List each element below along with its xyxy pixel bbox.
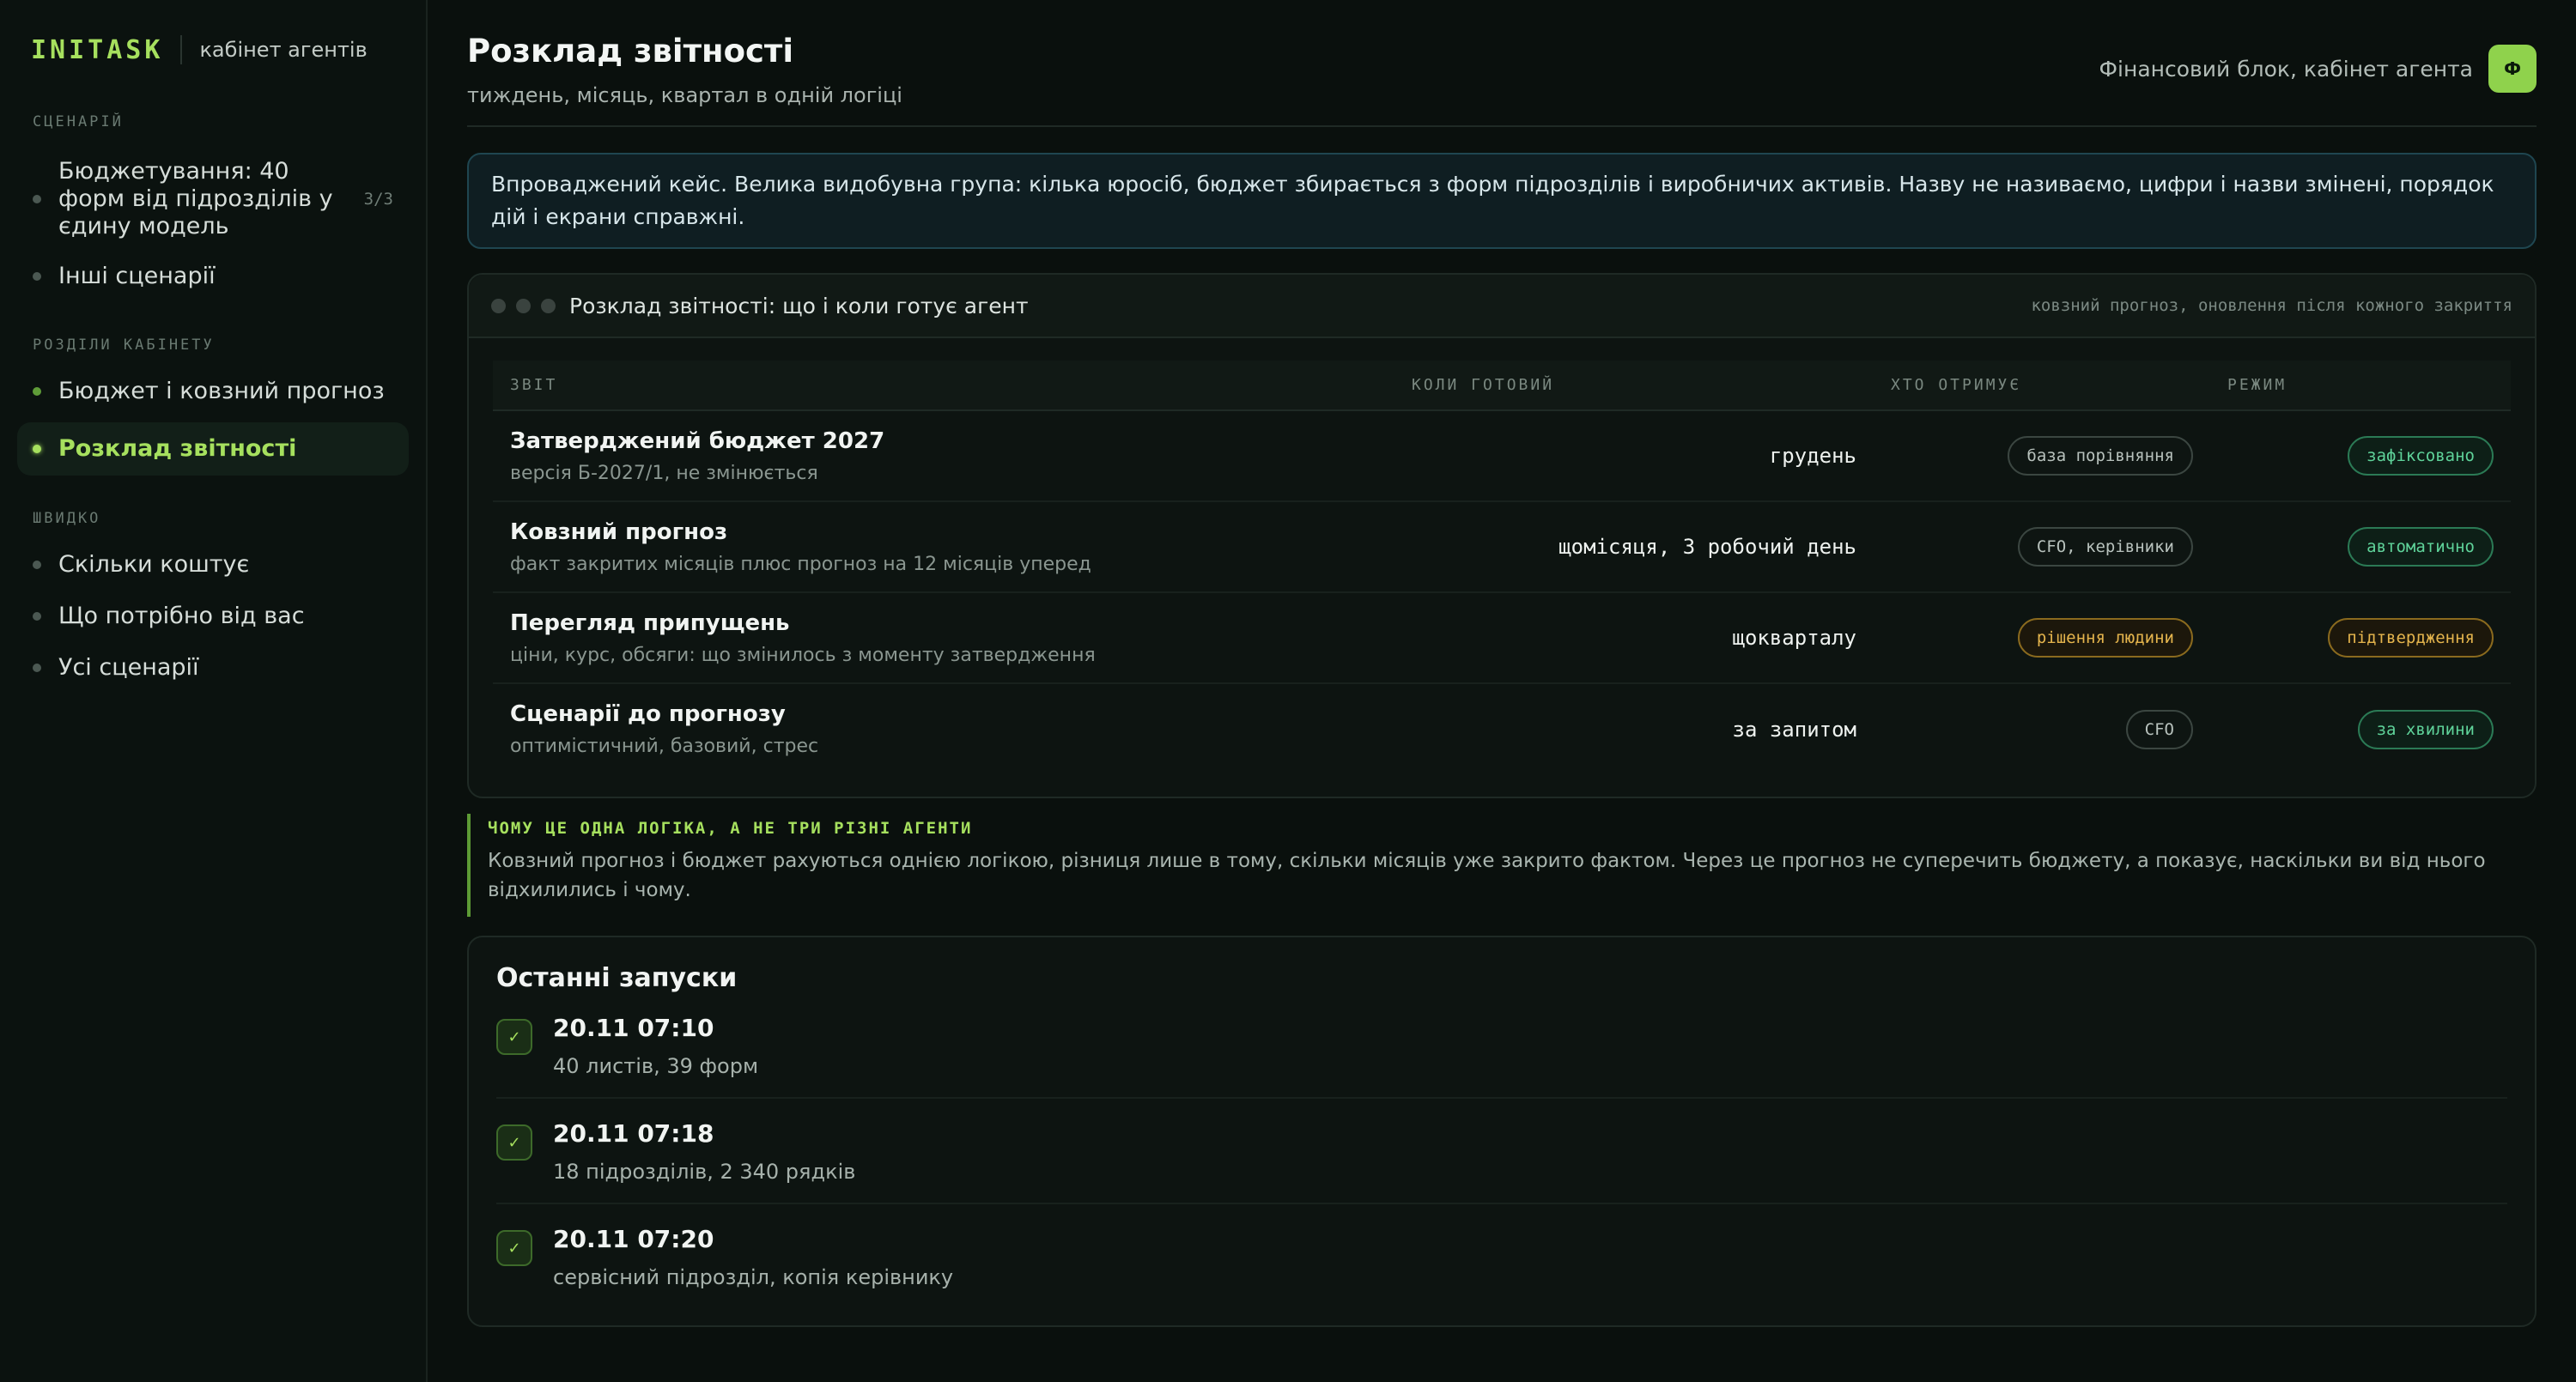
main-content: Розклад звітності тиждень, місяць, кварт… bbox=[428, 0, 2576, 1382]
sidebar-item-label: Розклад звітності bbox=[58, 435, 297, 462]
report-title: Перегляд припущень bbox=[510, 609, 790, 636]
run-description: 40 листів, 39 форм bbox=[553, 1054, 759, 1078]
brand-divider bbox=[180, 35, 183, 64]
table-row[interactable]: Затверджений бюджет 2027 версія Б-2027/1,… bbox=[493, 410, 2511, 502]
page-title: Розклад звітності bbox=[467, 33, 794, 70]
schedule-card-header: Розклад звітності: що і коли готує агент… bbox=[469, 275, 2535, 338]
report-when: за запитом bbox=[1732, 717, 1857, 742]
sidebar-item-requirements[interactable]: Що потрібно від вас bbox=[17, 596, 409, 637]
column-header-report: ЗВІТ bbox=[493, 361, 1394, 411]
column-header-when: КОЛИ ГОТОВИЙ bbox=[1394, 361, 1874, 411]
mode-badge: автоматично bbox=[2348, 527, 2494, 567]
sidebar-item-other-scenarios[interactable]: Інші сценарії bbox=[17, 256, 409, 297]
recent-runs-card: Останні запуски ✓ 20.11 07:10 40 листів,… bbox=[467, 936, 2537, 1327]
report-description: факт закритих місяців плюс прогноз на 12… bbox=[510, 553, 1091, 575]
report-title: Ковзний прогноз bbox=[510, 518, 728, 545]
report-description: ціни, курс, обсяги: що змінилось з момен… bbox=[510, 644, 1096, 666]
sidebar-item-label: Що потрібно від вас bbox=[58, 603, 305, 629]
logic-note: ЧОМУ ЦЕ ОДНА ЛОГІКА, А НЕ ТРИ РІЗНІ АГЕН… bbox=[467, 814, 2537, 917]
page-subtitle: тиждень, місяць, квартал в одній логіці bbox=[467, 83, 902, 107]
window-dot-icon bbox=[491, 298, 506, 313]
schedule-card-title: Розклад звітності: що і коли готує агент bbox=[569, 293, 1029, 318]
sidebar-section-scenarios: СЦЕНАРІЙ bbox=[33, 113, 124, 130]
recipient-badge: CFO, керівники bbox=[2017, 527, 2193, 567]
check-icon: ✓ bbox=[496, 1019, 532, 1055]
note-text: Ковзний прогноз і бюджет рахуються одніє… bbox=[488, 850, 2486, 901]
cabinet-context: Фінансовий блок, кабінет агента bbox=[2099, 56, 2473, 82]
table-row[interactable]: Перегляд припущень ціни, курс, обсяги: що… bbox=[493, 592, 2511, 684]
active-bullet-icon bbox=[33, 445, 41, 453]
bullet-icon bbox=[33, 387, 41, 396]
brand-logo[interactable]: INITASK bbox=[31, 35, 163, 65]
schedule-table: ЗВІТ КОЛИ ГОТОВИЙ ХТО ОТРИМУЄ РЕЖИМ Затв… bbox=[493, 361, 2511, 774]
check-icon: ✓ bbox=[496, 1124, 532, 1161]
mode-badge: підтвердження bbox=[2328, 618, 2494, 658]
table-header-row: ЗВІТ КОЛИ ГОТОВИЙ ХТО ОТРИМУЄ РЕЖИМ bbox=[493, 361, 2511, 411]
table-row[interactable]: Сценарії до прогнозу оптимістичний, базов… bbox=[493, 683, 2511, 774]
report-when: грудень bbox=[1394, 410, 1874, 502]
sidebar-section-quick: ШВИДКО bbox=[33, 510, 101, 527]
run-time: 20.11 07:18 bbox=[553, 1119, 714, 1148]
avatar[interactable]: Ф bbox=[2488, 45, 2537, 93]
sidebar-item-label: Скільки коштує bbox=[58, 551, 250, 578]
schedule-card-meta: ковзний прогноз, оновлення після кожного… bbox=[2031, 296, 2512, 315]
sidebar-item-pricing[interactable]: Скільки коштує bbox=[17, 544, 409, 585]
table-row[interactable]: Ковзний прогноз факт закритих місяців плю… bbox=[493, 501, 2511, 593]
report-title: Сценарії до прогнозу bbox=[510, 701, 786, 727]
report-when: щомісяця, 3 робочий день bbox=[1394, 501, 1874, 593]
window-dot-icon bbox=[541, 298, 556, 313]
sidebar-item-all-scenarios[interactable]: Усі сценарії bbox=[17, 647, 409, 688]
run-item[interactable]: ✓ 20.11 07:18 18 підрозділів, 2 340 рядк… bbox=[496, 1099, 2507, 1204]
sidebar-item-label: Бюджетування: 40 форм від підрозділів у … bbox=[58, 158, 333, 239]
run-item[interactable]: ✓ 20.11 07:10 40 листів, 39 форм bbox=[496, 993, 2507, 1099]
app-root: INITASK кабінет агентів СЦЕНАРІЙ Бюджету… bbox=[0, 0, 2576, 1382]
note-label: ЧОМУ ЦЕ ОДНА ЛОГІКА, А НЕ ТРИ РІЗНІ АГЕН… bbox=[488, 819, 973, 838]
brand: INITASK кабінет агентів bbox=[17, 31, 409, 69]
bullet-icon bbox=[33, 664, 41, 672]
recipient-badge: рішення людини bbox=[2017, 618, 2193, 658]
report-when: щокварталу bbox=[1394, 592, 1874, 684]
window-dot-icon bbox=[516, 298, 531, 313]
run-description: сервісний підрозділ, копія керівнику bbox=[553, 1265, 954, 1289]
run-item[interactable]: ✓ 20.11 07:20 сервісний підрозділ, копія… bbox=[496, 1204, 2507, 1308]
bullet-icon bbox=[33, 561, 41, 569]
check-icon: ✓ bbox=[496, 1230, 532, 1266]
column-header-recipient: ХТО ОТРИМУЄ bbox=[1874, 361, 2210, 411]
column-header-mode: РЕЖИМ bbox=[2210, 361, 2511, 411]
report-description: версія Б-2027/1, не змінюється bbox=[510, 462, 818, 484]
recent-runs-title: Останні запуски bbox=[496, 963, 738, 993]
recipient-badge: база порівняння bbox=[2008, 436, 2193, 476]
bullet-icon bbox=[33, 272, 41, 281]
page-header: Розклад звітності тиждень, місяць, кварт… bbox=[467, 31, 2537, 127]
sidebar-item-reporting-schedule[interactable]: Розклад звітності bbox=[17, 422, 409, 476]
bullet-icon bbox=[33, 612, 41, 621]
bullet-icon bbox=[33, 195, 41, 203]
sidebar: INITASK кабінет агентів СЦЕНАРІЙ Бюджету… bbox=[0, 0, 428, 1382]
case-info-banner: Впроваджений кейс. Велика видобувна груп… bbox=[467, 153, 2537, 249]
schedule-card: Розклад звітності: що і коли готує агент… bbox=[467, 273, 2537, 798]
report-description: оптимістичний, базовий, стрес bbox=[510, 736, 819, 757]
sidebar-item-label: Бюджет і ковзний прогноз bbox=[58, 378, 385, 404]
sidebar-item-label: Інші сценарії bbox=[58, 263, 216, 289]
sidebar-section-cabinet: РОЗДІЛИ КАБІНЕТУ bbox=[33, 336, 215, 354]
run-description: 18 підрозділів, 2 340 рядків bbox=[553, 1160, 856, 1184]
recipient-badge: CFO bbox=[2125, 709, 2193, 749]
sidebar-item-label: Усі сценарії bbox=[58, 654, 199, 681]
mode-badge: зафіксовано bbox=[2348, 436, 2494, 476]
header-account: Фінансовий блок, кабінет агента Ф bbox=[2099, 45, 2537, 93]
sidebar-item-budget-forecast[interactable]: Бюджет і ковзний прогноз bbox=[17, 371, 409, 412]
step-counter: 3/3 bbox=[363, 190, 393, 209]
run-time: 20.11 07:10 bbox=[553, 1014, 714, 1042]
run-time: 20.11 07:20 bbox=[553, 1225, 714, 1253]
brand-subtitle: кабінет агентів bbox=[199, 38, 368, 62]
sidebar-item-budgeting[interactable]: Бюджетування: 40 форм від підрозділів у … bbox=[17, 153, 409, 245]
mode-badge: за хвилини bbox=[2357, 709, 2494, 749]
report-title: Затверджений бюджет 2027 bbox=[510, 427, 885, 454]
